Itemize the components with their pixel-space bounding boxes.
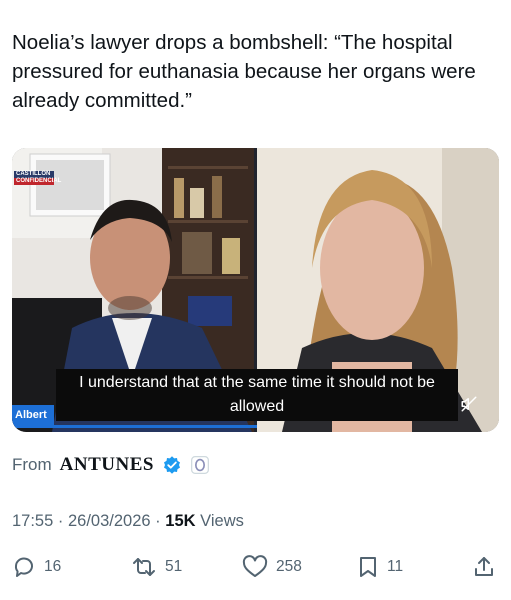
subtitle-line-2: allowed bbox=[229, 398, 285, 415]
subtitle-line-1: I understand that at the same time it sh… bbox=[79, 374, 435, 391]
muted-speaker-icon bbox=[461, 396, 477, 412]
channel-logo-line1: CASTILLON bbox=[14, 171, 54, 178]
like-button[interactable]: 258 bbox=[242, 552, 302, 582]
tweet-text: Noelia’s lawyer drops a bombshell: “The … bbox=[12, 31, 476, 112]
lower-third-name: Albert bbox=[12, 405, 54, 425]
repost-icon bbox=[133, 558, 155, 576]
views-count: 15K bbox=[165, 512, 196, 530]
affiliate-badge-icon bbox=[190, 455, 210, 475]
bookmark-button[interactable]: 11 bbox=[357, 552, 403, 582]
like-count: 258 bbox=[276, 558, 302, 575]
like-icon bbox=[242, 555, 268, 577]
share-icon bbox=[475, 557, 493, 576]
reply-icon bbox=[14, 557, 33, 577]
meta-separator-2: · bbox=[155, 512, 161, 530]
repost-count: 51 bbox=[165, 558, 183, 575]
video-subtitle: I understand that at the same time it sh… bbox=[56, 369, 458, 421]
source-attribution: From ANTUNES bbox=[12, 454, 210, 476]
tweet-date[interactable]: 26/03/2026 bbox=[68, 512, 151, 530]
from-label: From bbox=[12, 455, 52, 474]
bookmark-count: 11 bbox=[387, 558, 404, 575]
reply-count: 16 bbox=[44, 558, 62, 575]
verified-badge-icon bbox=[162, 455, 182, 475]
tweet-time[interactable]: 17:55 bbox=[12, 512, 53, 530]
share-button[interactable] bbox=[472, 552, 496, 582]
video-player[interactable]: CASTILLON CONFIDENCIAL Albert I understa… bbox=[12, 148, 499, 432]
views-label: Views bbox=[200, 512, 244, 530]
source-account-name[interactable]: ANTUNES bbox=[60, 454, 154, 476]
lower-third-bar bbox=[12, 425, 257, 428]
bookmark-icon bbox=[360, 557, 376, 577]
channel-logo: CASTILLON CONFIDENCIAL bbox=[14, 171, 62, 185]
tweet-actions-bar: 16 51 258 11 bbox=[0, 552, 511, 582]
meta-separator-1: · bbox=[57, 512, 64, 530]
repost-button[interactable]: 51 bbox=[131, 552, 182, 582]
tweet-meta: 17:55 · 26/03/2026 · 15K Views bbox=[12, 512, 244, 531]
reply-button[interactable]: 16 bbox=[12, 552, 61, 582]
mute-button[interactable] bbox=[458, 393, 480, 415]
channel-logo-line2: CONFIDENCIAL bbox=[14, 178, 62, 185]
